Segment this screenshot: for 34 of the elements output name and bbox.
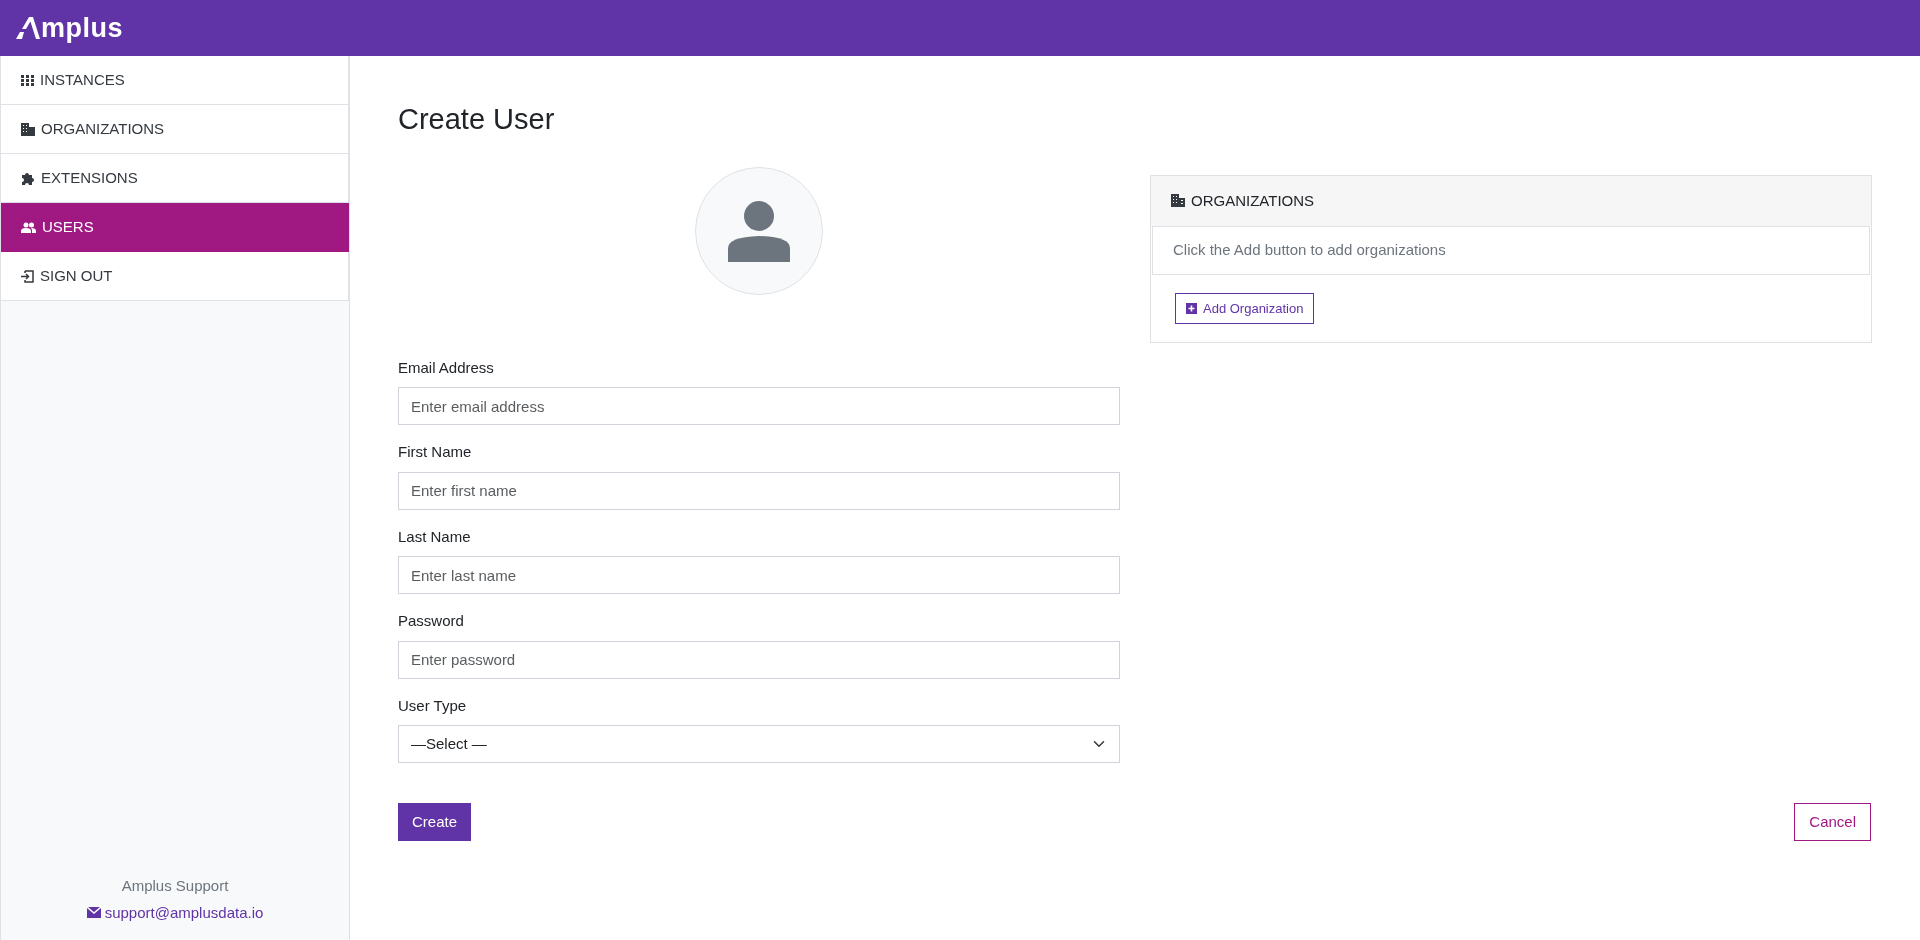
add-organization-button[interactable]: Add Organization — [1175, 292, 1315, 325]
sign-out-icon — [21, 269, 34, 283]
person-icon — [728, 199, 790, 262]
panel-title: ORGANIZATIONS — [1191, 190, 1315, 211]
grid-icon — [21, 73, 34, 87]
input-field[interactable]: Enter last name — [398, 556, 1120, 595]
field-label: First Name — [398, 442, 473, 463]
puzzle-icon — [21, 171, 35, 185]
field-label: Password — [398, 611, 465, 632]
sidebar-nav-item[interactable]: EXTENSIONS — [1, 154, 349, 203]
support-title: Amplus Support — [120, 876, 230, 896]
input-field[interactable]: Enter email address — [398, 387, 1120, 426]
envelope-icon — [86, 907, 101, 919]
field-label: Last Name — [398, 526, 472, 547]
sidebar-nav-item[interactable]: USERS — [1, 203, 349, 252]
building-icon — [1171, 194, 1185, 208]
amplus-logo: mplus — [16, 7, 123, 49]
logo-mark-icon — [16, 17, 40, 39]
users-icon — [21, 221, 36, 233]
create-button[interactable]: Create — [398, 803, 472, 842]
plus-square-icon — [1186, 303, 1197, 315]
sidebar-nav-item[interactable]: ORGANIZATIONS — [1, 105, 349, 154]
page-title: Create User — [398, 102, 556, 137]
field-label: User Type — [398, 695, 468, 716]
user-type-dropdown[interactable]: —Select — — [398, 725, 1120, 764]
input-field[interactable]: Enter password — [398, 640, 1120, 679]
cancel-button[interactable]: Cancel — [1794, 803, 1871, 842]
sidebar-nav-item[interactable]: SIGN OUT — [1, 252, 349, 301]
field-label: Email Address — [398, 357, 495, 378]
empty-message: Click the Add button to add organizations — [1152, 225, 1870, 275]
support-email-link[interactable]: support@amplusdata.io — [104, 901, 264, 924]
sidebar-nav-item[interactable]: INSTANCES — [1, 56, 349, 105]
building-icon — [21, 122, 35, 136]
input-field[interactable]: Enter first name — [398, 471, 1120, 510]
